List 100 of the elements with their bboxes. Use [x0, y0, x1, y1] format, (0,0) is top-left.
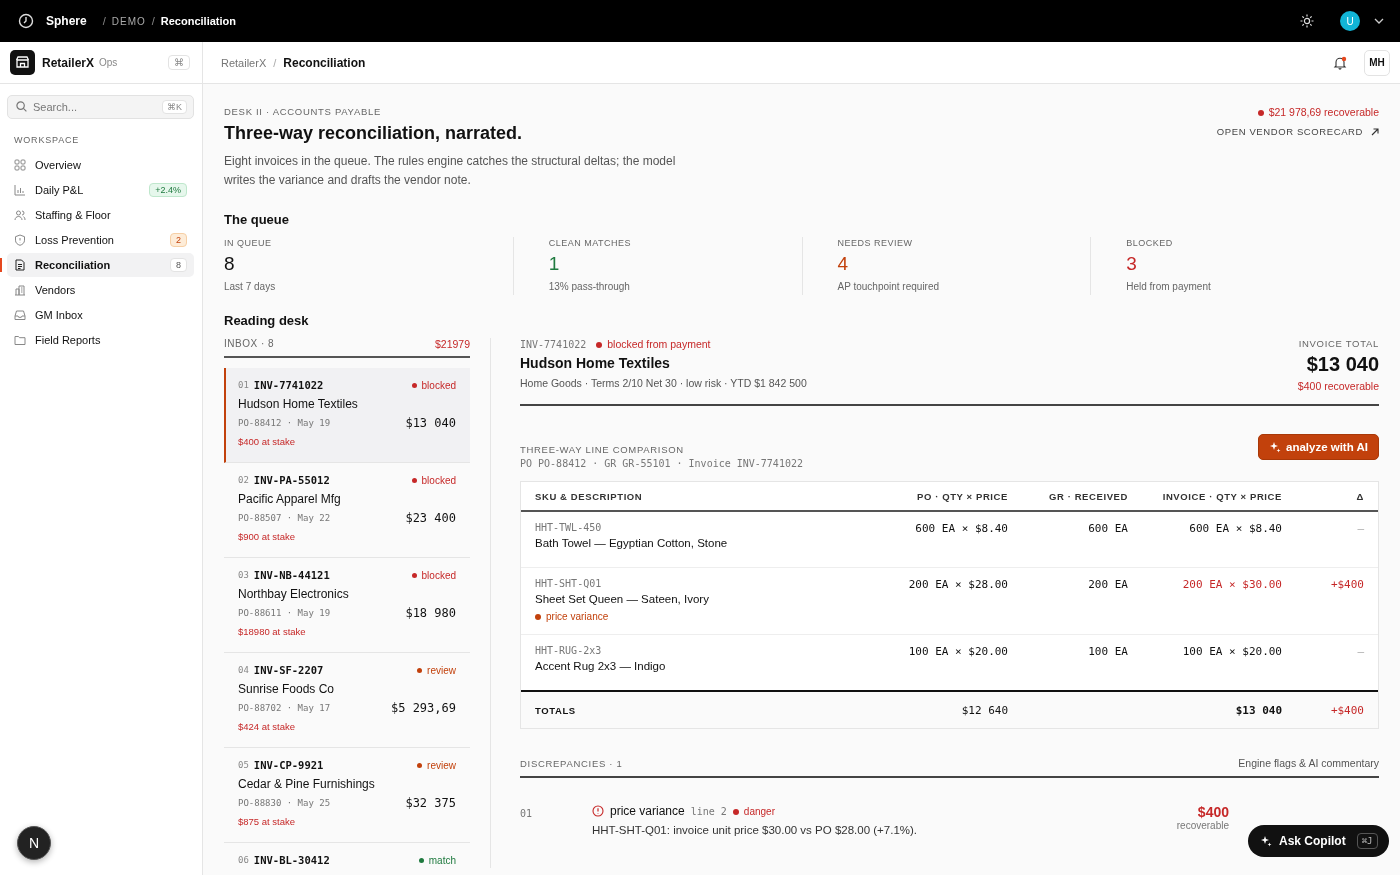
sun-icon[interactable]	[1300, 14, 1314, 28]
status-label: blocked	[421, 569, 456, 581]
sidebar-item[interactable]: Staffing & Floor	[7, 203, 194, 227]
stat-note: 13% pass-through	[548, 281, 631, 292]
section-label: WORKSPACE	[14, 135, 81, 145]
totals-label: TOTALS	[535, 705, 577, 716]
scorecard-link[interactable]: OPEN VENDOR SCORECARD	[1216, 126, 1379, 137]
stat-value: 1	[548, 253, 561, 275]
folder-icon	[14, 334, 26, 346]
shortcut-key[interactable]: ⌘	[168, 55, 190, 70]
inbox-item[interactable]: 01 INV-7741022 blocked Hudson Home Textiles PO-88412 · May 19 $13 040 $400 at stake	[224, 368, 470, 463]
breadcrumb-item[interactable]: Reconciliation	[160, 15, 236, 27]
stat-label: IN QUEUE	[224, 238, 273, 248]
table-cell-text: 600 EA × $8.40	[1188, 522, 1282, 535]
sidebar-item[interactable]: Vendors	[7, 278, 194, 302]
table-cell-text: —	[1356, 522, 1364, 535]
discrepancies-note: Engine flags & AI commentary	[1238, 757, 1379, 769]
arrow-up-right-icon	[1371, 127, 1379, 136]
sidebar-item[interactable]: Field Reports	[7, 328, 194, 352]
item-number: 01	[238, 380, 249, 390]
sku-code: HHT-SHT-Q01	[535, 578, 603, 589]
breadcrumb-separator: /	[151, 15, 155, 27]
analyze-button[interactable]: analyze with AI	[1258, 434, 1379, 460]
table-cell-text: 200 EA × $30.00	[1181, 578, 1282, 591]
chevron-down-icon[interactable]	[1374, 18, 1384, 24]
invoice-id: INV-NB-44121	[253, 569, 330, 581]
inbox-item[interactable]: 04 INV-SF-2207 review Sunrise Foods Co PO-88702 · May 17 $5 293,69 $424 at stake	[224, 653, 470, 748]
item-number: 04	[238, 665, 249, 675]
shortcut-key: ⌘J	[1356, 833, 1378, 849]
stat-label: BLOCKED	[1126, 238, 1174, 248]
item-description: Bath Towel — Egyptian Cotton, Stone	[535, 537, 729, 549]
inbox-item[interactable]: 05 INV-CP-9921 review Cedar & Pine Furnishings PO-88830 · May 25 $32 375 $875 at stake	[224, 748, 470, 843]
discrepancy-text: HHT-SHT-Q01: invoice unit price $30.00 vs PO $28.00 (+7.1%).	[592, 824, 919, 836]
shield-icon	[14, 234, 26, 246]
count-badge: 8	[170, 258, 187, 272]
sidebar-item[interactable]: Overview	[7, 153, 194, 177]
vendor-name: Hudson Home Textiles	[520, 355, 671, 371]
workspace-subtitle: Ops	[99, 57, 118, 68]
item-number: 05	[238, 760, 249, 770]
invoice-total: $13 040	[1305, 353, 1379, 376]
inbox-icon	[14, 309, 26, 321]
line-reference: line 2	[690, 805, 727, 817]
item-number: 03	[238, 570, 249, 580]
recoverable-amount: $400 recoverable	[1297, 380, 1379, 392]
user-avatar[interactable]: MH	[1364, 49, 1390, 76]
item-description: Sheet Set Queen — Sateen, Ivory	[535, 593, 710, 605]
recoverable-amount: $21 978,69 recoverable	[1257, 106, 1379, 118]
breadcrumb-item[interactable]: Reconciliation	[283, 55, 366, 70]
breadcrumb-item[interactable]: RetailerX	[221, 56, 267, 69]
building-icon	[14, 284, 26, 296]
app-name[interactable]: Sphere	[46, 14, 87, 28]
stat-value: 3	[1126, 253, 1138, 275]
inbox-item[interactable]: 03 INV-NB-44121 blocked Northbay Electronics PO-88611 · May 19 $18 980 $18980 at stake	[224, 558, 470, 653]
page-title: Three-way reconciliation, narrated.	[224, 123, 524, 144]
table-cell-text: —	[1356, 645, 1364, 658]
vendor-name: Pacific Apparel Mfg	[238, 492, 342, 506]
status-label: review	[427, 759, 456, 771]
column-header: GR · RECEIVED	[1047, 491, 1128, 502]
severity-label: danger	[732, 805, 775, 817]
item-number: 01	[520, 807, 534, 821]
amount-at-stake: $18980 at stake	[238, 626, 307, 637]
store-icon	[10, 50, 35, 75]
po-date: PO-88412 · May 19	[238, 418, 331, 428]
intro-text: Eight invoices in the queue. The rules engine catches the structural deltas; the model writes the variance and drafts the vendor note.	[224, 153, 677, 189]
discrepancy-amount: $400	[1196, 804, 1229, 820]
sidebar-item[interactable]: GM Inbox	[7, 303, 194, 327]
stat-note: AP touchpoint required	[837, 281, 941, 292]
invoice-id: INV-BL-30412	[253, 854, 330, 866]
invoice-id: INV-SF-2207	[253, 664, 324, 676]
workspace-name[interactable]: RetailerX	[42, 55, 95, 70]
po-date: PO-88611 · May 19	[238, 608, 331, 618]
sidebar-item[interactable]: Loss Prevention 2	[7, 228, 194, 252]
sidebar-item[interactable]: Daily P&L +2.4%	[7, 178, 194, 202]
table-cell-text: 200 EA × $28.00	[907, 578, 1008, 591]
sku-code: HHT-RUG-2x3	[535, 645, 603, 656]
column-header: PO · QTY × PRICE	[916, 491, 1008, 502]
section-title: The queue	[224, 212, 290, 227]
vendor-meta: Home Goods · Terms 2/10 Net 30 · low risk · YTD $1 842 500	[520, 377, 807, 389]
breadcrumb-item[interactable]: DEMO	[111, 15, 146, 27]
invoice-id: INV-CP-9921	[253, 759, 324, 771]
inbox-item[interactable]: 06 INV-BL-30412 match	[224, 843, 470, 875]
po-date: PO-88507 · May 22	[238, 513, 331, 523]
table-cell-text: +$400	[1329, 578, 1364, 591]
inbox-item[interactable]: 02 INV-PA-55012 blocked Pacific Apparel Mfg PO-88507 · May 22 $23 400 $900 at stake	[224, 463, 470, 558]
sparkle-icon	[1260, 835, 1272, 847]
status-label: blocked	[421, 379, 456, 391]
status-label: blocked from payment	[596, 338, 711, 350]
table-cell-text: 600 EA	[1087, 522, 1128, 535]
table-cell-text: +$400	[1329, 704, 1364, 717]
table-cell-text: 100 EA	[1087, 645, 1128, 658]
copilot-button[interactable]: Ask Copilot ⌘J	[1248, 825, 1389, 857]
amount-at-stake: $424 at stake	[238, 721, 297, 732]
discrepancies-title: DISCREPANCIES · 1	[520, 757, 623, 769]
bell-icon[interactable]	[1333, 55, 1347, 70]
comparison-title: THREE-WAY LINE COMPARISON	[520, 444, 685, 455]
stat-value: 4	[837, 253, 850, 275]
shortcut-key: ⌘K	[162, 100, 187, 114]
breadcrumb-separator: /	[102, 15, 106, 27]
item-number: 02	[238, 475, 249, 485]
status-label: match	[428, 854, 456, 866]
